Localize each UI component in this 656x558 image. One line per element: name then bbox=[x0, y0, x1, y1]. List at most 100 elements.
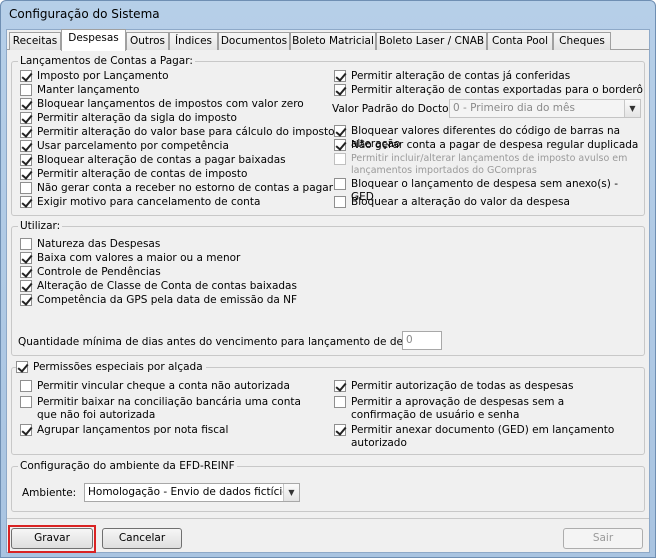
gravar-button[interactable]: Gravar bbox=[11, 528, 93, 549]
checkbox-baixar-conciliacao[interactable]: Permitir baixar na conciliação bancária … bbox=[20, 396, 310, 422]
window-title: Configuração do Sistema bbox=[9, 7, 160, 21]
checkbox-box[interactable] bbox=[334, 396, 346, 408]
checkbox-label: Permissões especiais por alçada bbox=[33, 361, 203, 373]
checkbox-box[interactable] bbox=[20, 380, 32, 392]
checkbox-anexar-ged-autorizado[interactable]: Permitir anexar documento (GED) em lança… bbox=[334, 424, 624, 450]
lancamentos-group: Lançamentos de Contas a Pagar: Imposto p… bbox=[11, 54, 645, 216]
checkbox-parcelamento-competencia[interactable]: Usar parcelamento por competência bbox=[20, 140, 229, 153]
checkbox-bloquear-contas-baixadas[interactable]: Bloquear alteração de contas a pagar bai… bbox=[20, 154, 286, 167]
tab-strip: Receitas Despesas Outros Índices Documen… bbox=[7, 29, 649, 51]
checkbox-label: Competência da GPS pela data de emissão … bbox=[37, 294, 298, 306]
checkbox-competencia-gps[interactable]: Competência da GPS pela data de emissão … bbox=[20, 294, 297, 307]
checkbox-label: Manter lançamento bbox=[37, 84, 140, 96]
checkbox-imposto-por-lancamento[interactable]: Imposto por Lançamento bbox=[20, 70, 169, 83]
tab-boleto-laser-cnab[interactable]: Boleto Laser / CNAB bbox=[376, 32, 487, 50]
checkbox-box[interactable] bbox=[20, 98, 32, 110]
cancelar-label: Cancelar bbox=[118, 532, 166, 544]
checkbox-nao-gerar-duplicada[interactable]: Não gerar conta a pagar de despesa regul… bbox=[334, 139, 638, 152]
checkbox-box[interactable] bbox=[20, 154, 32, 166]
checkbox-autorizacao-todas-despesas[interactable]: Permitir autorização de todas as despesa… bbox=[334, 380, 573, 393]
checkbox-imposto-avulso-gcompras[interactable]: Permitir incluir/alterar lançamentos de … bbox=[334, 153, 634, 177]
checkbox-alterar-sigla-imposto[interactable]: Permitir alteração da sigla do imposto bbox=[20, 112, 237, 125]
checkbox-box[interactable] bbox=[20, 280, 32, 292]
tab-boleto-matricial[interactable]: Boleto Matricial bbox=[290, 32, 376, 50]
checkbox-label: Permitir vincular cheque a conta não aut… bbox=[37, 380, 290, 392]
valor-padrao-select[interactable]: 0 - Primeiro dia do mês ▼ bbox=[449, 99, 641, 118]
checkbox-box[interactable] bbox=[20, 266, 32, 278]
checkbox-box[interactable] bbox=[20, 196, 32, 208]
checkbox-box[interactable] bbox=[20, 70, 32, 82]
tab-despesas[interactable]: Despesas bbox=[61, 29, 126, 51]
checkbox-nao-gerar-conta-receber[interactable]: Não gerar conta a receber no estorno de … bbox=[20, 182, 333, 195]
lancamentos-title: Lançamentos de Contas a Pagar: bbox=[18, 54, 195, 68]
checkbox-exigir-motivo-cancelamento[interactable]: Exigir motivo para cancelamento de conta bbox=[20, 196, 260, 209]
checkbox-bloquear-impostos-valor-zero[interactable]: Bloquear lançamentos de impostos com val… bbox=[20, 98, 304, 111]
tab-conta-pool[interactable]: Conta Pool bbox=[487, 32, 553, 50]
checkbox-box[interactable] bbox=[20, 238, 32, 250]
checkbox-box[interactable] bbox=[20, 84, 32, 96]
checkbox-label: Exigir motivo para cancelamento de conta bbox=[37, 196, 261, 208]
tab-outros[interactable]: Outros bbox=[126, 32, 169, 50]
checkbox-box[interactable] bbox=[20, 294, 32, 306]
chevron-down-icon[interactable]: ▼ bbox=[283, 484, 299, 501]
checkbox-label: Permitir baixar na conciliação bancária … bbox=[37, 396, 301, 421]
checkbox-alteracao-classe-conta[interactable]: Alteração de Classe de Conta de contas b… bbox=[20, 280, 297, 293]
checkbox-box[interactable] bbox=[334, 196, 346, 208]
chevron-down-icon[interactable]: ▼ bbox=[624, 100, 640, 117]
checkbox-box[interactable] bbox=[334, 380, 346, 392]
checkbox-box[interactable] bbox=[20, 424, 32, 436]
checkbox-label: Alteração de Classe de Conta de contas b… bbox=[37, 280, 297, 292]
valor-padrao-value: 0 - Primeiro dia do mês bbox=[453, 102, 575, 114]
checkbox-box[interactable] bbox=[20, 126, 32, 138]
checkbox-box[interactable] bbox=[20, 168, 32, 180]
checkbox-permissoes-especiais[interactable]: Permissões especiais por alçada bbox=[16, 361, 206, 374]
checkbox-alterar-contas-bordero[interactable]: Permitir alteração de contas exportadas … bbox=[334, 84, 643, 97]
checkbox-vincular-cheque[interactable]: Permitir vincular cheque a conta não aut… bbox=[20, 380, 290, 393]
checkbox-label: Permitir anexar documento (GED) em lança… bbox=[351, 424, 615, 449]
sair-button[interactable]: Sair bbox=[563, 528, 643, 549]
tab-receitas[interactable]: Receitas bbox=[9, 32, 61, 50]
checkbox-box[interactable] bbox=[334, 70, 346, 82]
checkbox-box[interactable] bbox=[334, 153, 346, 165]
dialog-client: Receitas Despesas Outros Índices Documen… bbox=[6, 29, 650, 553]
checkbox-natureza-despesas[interactable]: Natureza das Despesas bbox=[20, 238, 160, 251]
checkbox-alterar-contas-conferidas[interactable]: Permitir alteração de contas já conferid… bbox=[334, 70, 570, 83]
checkbox-box[interactable] bbox=[334, 424, 346, 436]
tab-cheques[interactable]: Cheques bbox=[553, 32, 611, 50]
checkbox-label: Baixa com valores a maior ou a menor bbox=[37, 252, 241, 264]
checkbox-label: Bloquear alteração de contas a pagar bai… bbox=[37, 154, 286, 166]
checkbox-label: Bloquear a alteração do valor da despesa bbox=[351, 196, 570, 208]
checkbox-box[interactable] bbox=[20, 182, 32, 194]
checkbox-box[interactable] bbox=[16, 361, 28, 373]
checkbox-aprovacao-sem-senha[interactable]: Permitir a aprovação de despesas sem a c… bbox=[334, 396, 624, 422]
checkbox-label: Permitir alteração do valor base para cá… bbox=[37, 126, 335, 138]
tab-documentos[interactable]: Documentos bbox=[218, 32, 290, 50]
qtd-dias-label: Quantidade mínima de dias antes do venci… bbox=[18, 336, 438, 348]
tab-indices[interactable]: Índices bbox=[169, 32, 218, 50]
checkbox-controle-pendencias[interactable]: Controle de Pendências bbox=[20, 266, 161, 279]
efd-reinf-group: Configuração do ambiente da EFD-REINF Am… bbox=[11, 459, 645, 512]
checkbox-box[interactable] bbox=[20, 396, 32, 408]
checkbox-label: Usar parcelamento por competência bbox=[37, 140, 229, 152]
utilizar-title: Utilizar: bbox=[18, 219, 63, 233]
checkbox-box[interactable] bbox=[334, 84, 346, 96]
checkbox-alterar-contas-imposto[interactable]: Permitir alteração de contas de imposto bbox=[20, 168, 247, 181]
qtd-dias-input[interactable]: 0 bbox=[402, 331, 442, 350]
ambiente-select[interactable]: Homologação - Envio de dados fictícios ▼ bbox=[84, 483, 300, 502]
checkbox-label: Natureza das Despesas bbox=[37, 238, 161, 250]
checkbox-alterar-valor-base[interactable]: Permitir alteração do valor base para cá… bbox=[20, 126, 335, 139]
checkbox-box[interactable] bbox=[20, 112, 32, 124]
checkbox-box[interactable] bbox=[20, 140, 32, 152]
checkbox-label: Permitir alteração de contas exportadas … bbox=[351, 84, 643, 96]
checkbox-baixa-valores[interactable]: Baixa com valores a maior ou a menor bbox=[20, 252, 240, 265]
checkbox-bloquear-alteracao-valor[interactable]: Bloquear a alteração do valor da despesa bbox=[334, 196, 570, 209]
checkbox-box[interactable] bbox=[20, 252, 32, 264]
ambiente-value: Homologação - Envio de dados fictícios bbox=[88, 486, 295, 498]
checkbox-agrupar-nota-fiscal[interactable]: Agrupar lançamentos por nota fiscal bbox=[20, 424, 228, 437]
checkbox-box[interactable] bbox=[334, 178, 346, 190]
checkbox-box[interactable] bbox=[334, 139, 346, 151]
cancelar-button[interactable]: Cancelar bbox=[102, 528, 182, 549]
checkbox-box[interactable] bbox=[334, 125, 346, 137]
checkbox-label: Não gerar conta a receber no estorno de … bbox=[37, 182, 334, 194]
checkbox-manter-lancamento[interactable]: Manter lançamento bbox=[20, 84, 139, 97]
